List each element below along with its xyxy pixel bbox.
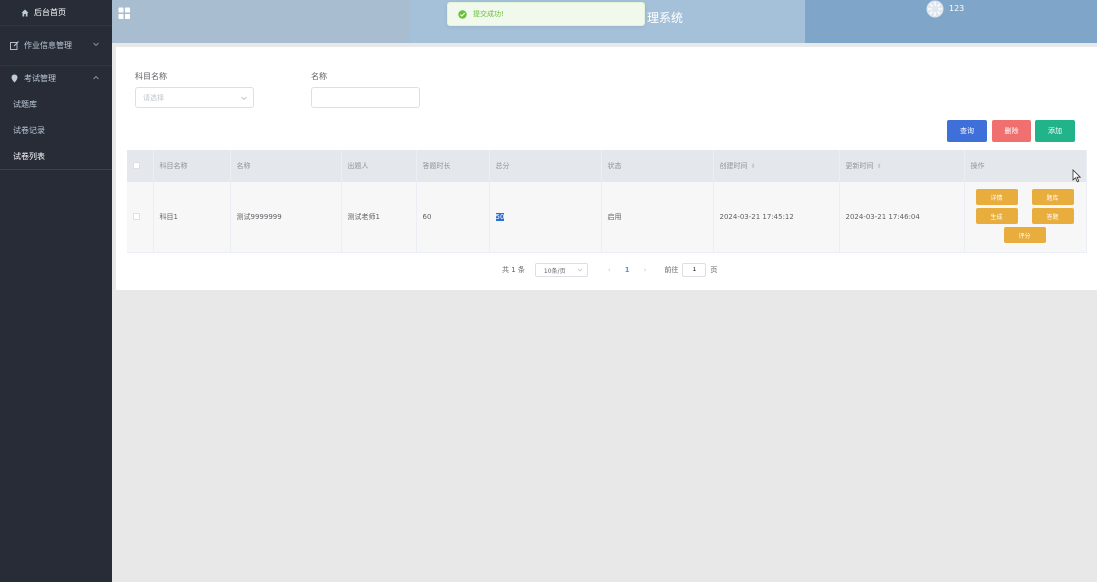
subject-select-placeholder: 请选择 [143, 93, 164, 102]
cell-actions: 详情 题库 生成 答题 评分 [964, 182, 1087, 253]
next-page-icon[interactable]: › [644, 266, 647, 274]
table-header-row: 科目名称 名称 出题人 答题时长 总分 状态 创建时间 ⬍ 更新时间 ⬍ 操作 [127, 150, 1087, 182]
cell-updated: 2024-03-21 17:46:04 [839, 182, 965, 253]
sidebar-divider [0, 169, 112, 170]
column-header: 科目名称 [153, 150, 231, 182]
page-size-select[interactable]: 10条/页 [534, 263, 588, 277]
subject-label: 科目名称 [135, 72, 167, 81]
sort-icon[interactable]: ⬍ [751, 163, 756, 170]
column-header: 出题人 [341, 150, 417, 182]
column-header-label: 创建时间 [719, 162, 748, 170]
column-header-updated[interactable]: 更新时间 ⬍ [839, 150, 965, 182]
sidebar-group-label: 考试管理 [24, 74, 56, 83]
avatar[interactable] [926, 0, 944, 18]
answer-button[interactable]: 答题 [1031, 208, 1074, 224]
select-all-checkbox[interactable] [133, 161, 140, 169]
sidebar-item-question-bank[interactable]: 试题库 [0, 91, 112, 117]
cell-duration: 60 [416, 182, 490, 253]
row-checkbox[interactable] [133, 212, 140, 220]
query-button[interactable]: 查询 [947, 120, 987, 142]
sidebar-group-label: 作业信息管理 [24, 41, 72, 50]
generate-button[interactable]: 生成 [975, 208, 1018, 224]
paper-table: 科目名称 名称 出题人 答题时长 总分 状态 创建时间 ⬍ 更新时间 ⬍ 操作 科目… [127, 150, 1087, 253]
main-card: 科目名称 请选择 名称 查询 删除 添加 科目名称 名称 出题人 答题时长 总分… [116, 47, 1097, 290]
grade-button[interactable]: 评分 [1003, 227, 1046, 243]
pagination-total: 共 1 条 [502, 266, 525, 274]
location-icon [10, 74, 19, 83]
system-title: 理系统 [647, 11, 684, 25]
page-size-value: 10条/页 [543, 267, 566, 275]
delete-button[interactable]: 删除 [992, 120, 1031, 142]
row-select-cell [127, 182, 154, 253]
row-actions: 详情 题库 生成 答题 评分 [965, 182, 1086, 252]
home-icon [21, 9, 29, 17]
page-suffix: 页 [710, 266, 718, 274]
sidebar: 后台首页 作业信息管理 考试管理 试题库 试卷记录 试卷列表 [0, 0, 112, 582]
sidebar-group-homework[interactable]: 作业信息管理 [0, 25, 112, 65]
sidebar-item-paper-list[interactable]: 试卷列表 [0, 143, 112, 169]
column-header: 答题时长 [416, 150, 490, 182]
sidebar-group-exam[interactable]: 考试管理 [0, 65, 112, 91]
prev-page-icon[interactable]: ‹ [608, 266, 611, 274]
column-header: 名称 [230, 150, 342, 182]
subject-select[interactable]: 请选择 [135, 87, 254, 108]
column-header: 总分 [489, 150, 602, 182]
chevron-up-icon [92, 74, 100, 82]
sidebar-item-home[interactable]: 后台首页 [0, 0, 112, 25]
page-number[interactable]: 1 [625, 266, 630, 274]
menu-toggle-icon[interactable] [118, 7, 131, 20]
cell-author: 测试老师1 [341, 182, 417, 253]
detail-button[interactable]: 详情 [975, 189, 1018, 205]
goto-page-input[interactable] [682, 263, 707, 277]
add-button[interactable]: 添加 [1035, 120, 1075, 142]
user-name[interactable]: 123 [949, 4, 964, 13]
sidebar-item-label: 后台首页 [34, 8, 66, 17]
chevron-down-icon [577, 267, 583, 273]
column-header-created[interactable]: 创建时间 ⬍ [713, 150, 840, 182]
table-row: 科目1 测试9999999 测试老师1 60 50 启用 2024-03-21 … [127, 182, 1087, 253]
name-label: 名称 [311, 72, 327, 81]
select-all-cell [127, 150, 154, 182]
name-input[interactable] [311, 87, 420, 108]
cell-created: 2024-03-21 17:45:12 [713, 182, 840, 253]
cell-name: 测试9999999 [230, 182, 342, 253]
column-header: 状态 [601, 150, 714, 182]
toast-message: 提交成功! [473, 10, 504, 18]
sort-icon[interactable]: ⬍ [877, 163, 882, 170]
column-header-label: 更新时间 [845, 162, 874, 170]
edit-icon [10, 41, 19, 50]
cell-subject: 科目1 [153, 182, 231, 253]
score-value: 50 [495, 213, 505, 221]
chevron-down-icon [92, 40, 100, 48]
pagination: 共 1 条 10条/页 ‹ 1 › 前往 页 [502, 263, 717, 277]
mouse-cursor-icon [1072, 169, 1082, 183]
question-bank-button[interactable]: 题库 [1031, 189, 1074, 205]
cell-status: 启用 [601, 182, 714, 253]
chevron-down-icon [240, 94, 248, 102]
check-circle-icon [458, 9, 467, 19]
goto-label: 前往 [664, 266, 679, 274]
sidebar-item-paper-records[interactable]: 试卷记录 [0, 117, 112, 143]
cell-score: 50 [489, 182, 602, 253]
column-header: 操作 [964, 150, 1087, 182]
success-toast: 提交成功! [447, 2, 645, 26]
